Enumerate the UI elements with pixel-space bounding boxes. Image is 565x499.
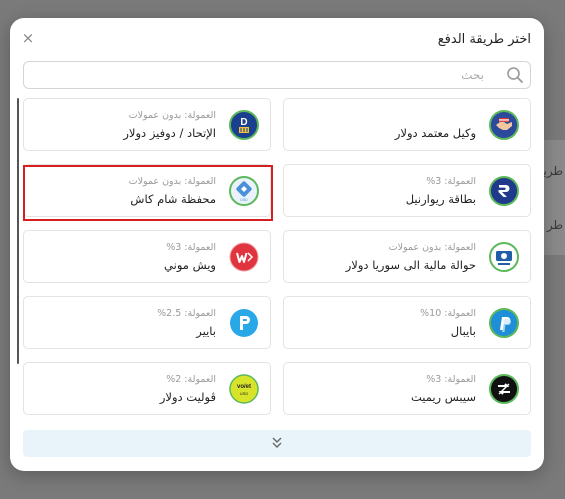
sham-cash-icon: USD — [229, 176, 259, 206]
method-name: بايير — [196, 324, 216, 338]
modal-title: اختر طريقة الدفع — [437, 32, 531, 47]
method-name: سيبس ريميت — [410, 390, 476, 404]
payeer-icon — [230, 309, 258, 337]
payment-method-card[interactable]: USD العمولة: بدون عمولات محفظة شام كاش — [23, 164, 271, 217]
payment-method-modal: اختر طريقة الدفع × وكيل معتمد دولار D — [10, 18, 544, 471]
r-card-icon — [489, 176, 519, 206]
method-name: الإتحاد / دوفيز دولار — [123, 126, 216, 140]
method-fee: العمولة: 2% — [166, 374, 216, 385]
method-fee: العمولة: 10% — [420, 308, 476, 319]
method-fee: العمولة: بدون عمولات — [128, 110, 216, 121]
dovizz-icon: D — [229, 110, 259, 140]
sepa-remit-icon — [489, 374, 519, 404]
paypal-icon — [489, 308, 519, 338]
search-icon[interactable] — [506, 66, 524, 84]
search-box — [23, 61, 531, 89]
method-fee: العمولة: 3% — [426, 374, 476, 385]
volet-icon: vo/et USD — [229, 374, 259, 404]
method-fee: العمولة: 2.5% — [157, 308, 216, 319]
method-fee: العمولة: 3% — [426, 176, 476, 187]
double-chevron-down-icon — [272, 437, 282, 448]
payment-method-card[interactable]: العمولة: 10% بايبال — [283, 296, 531, 349]
background-panel: طريقة طر — [543, 140, 565, 255]
method-name: ويش موني — [164, 258, 216, 272]
method-name: بايبال — [450, 324, 476, 338]
svg-text:vo/et: vo/et — [237, 384, 251, 390]
scrollbar[interactable] — [17, 98, 19, 364]
method-fee: العمولة: بدون عمولات — [128, 176, 216, 187]
payment-method-card[interactable]: العمولة: 3% بطاقة ريوارنيل — [283, 164, 531, 217]
payment-method-card[interactable]: العمولة: 2.5% بايير — [23, 296, 271, 349]
payment-method-card[interactable]: العمولة: 3% ويش موني — [23, 230, 271, 283]
load-more-button[interactable] — [23, 430, 531, 457]
close-button[interactable]: × — [20, 30, 36, 46]
wish-money-icon — [229, 242, 259, 272]
method-name: حوالة مالية الى سوريا دولار — [345, 258, 476, 272]
method-name: وكيل معتمد دولار — [394, 126, 476, 140]
payment-method-card[interactable]: العمولة: 3% سيبس ريميت — [283, 362, 531, 415]
method-name: بطاقة ريوارنيل — [405, 192, 476, 206]
search-input[interactable] — [24, 62, 530, 88]
method-name: محفظة شام كاش — [130, 192, 216, 206]
transfer-syria-icon — [489, 242, 519, 272]
payment-method-card[interactable]: وكيل معتمد دولار — [283, 98, 531, 151]
background-text: طر — [546, 218, 563, 232]
svg-text:USD: USD — [240, 198, 248, 202]
method-fee: العمولة: 3% — [166, 242, 216, 253]
payment-method-card[interactable]: D العمولة: بدون عمولات الإتحاد / دوفيز د… — [23, 98, 271, 151]
method-name: ڤوليت دولار — [159, 390, 216, 404]
handshake-icon — [489, 110, 519, 140]
svg-text:D: D — [240, 117, 247, 128]
payment-method-card[interactable]: vo/et USD العمولة: 2% ڤوليت دولار — [23, 362, 271, 415]
payment-method-card[interactable]: العمولة: بدون عمولات حوالة مالية الى سور… — [283, 230, 531, 283]
svg-text:USD: USD — [240, 391, 249, 396]
background-text: طريقة — [543, 164, 563, 178]
method-fee: العمولة: بدون عمولات — [388, 242, 476, 253]
